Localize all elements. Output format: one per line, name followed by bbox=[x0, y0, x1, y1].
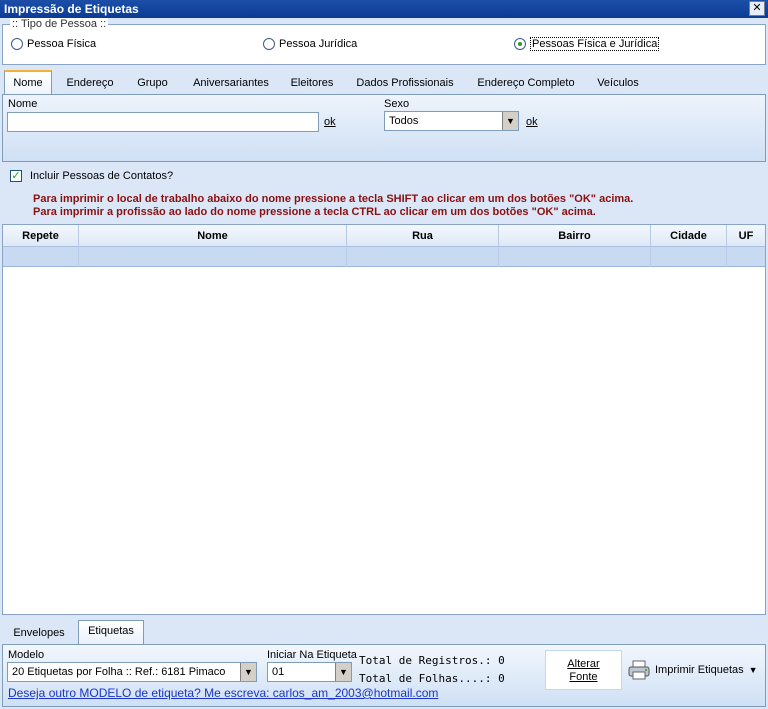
total-registros: Total de Registros.: 0 bbox=[359, 654, 505, 667]
sexo-ok-link[interactable]: ok bbox=[526, 116, 538, 128]
iniciar-label: Iniciar Na Etiqueta bbox=[267, 649, 357, 661]
column-bairro[interactable]: Bairro bbox=[499, 225, 651, 247]
column-repete[interactable]: Repete bbox=[3, 225, 79, 247]
chevron-down-icon[interactable]: ▼ bbox=[502, 112, 518, 130]
column-nome[interactable]: Nome bbox=[79, 225, 347, 247]
sexo-label: Sexo bbox=[384, 98, 410, 110]
radio-icon bbox=[263, 38, 275, 50]
radio-selected-icon bbox=[514, 38, 526, 50]
note-shift: Para imprimir o local de trabalho abaixo… bbox=[33, 193, 634, 205]
close-button[interactable]: ✕ bbox=[749, 1, 765, 16]
chevron-down-icon[interactable]: ▼ bbox=[240, 663, 256, 681]
cell-uf[interactable] bbox=[727, 247, 765, 267]
radio-pessoa-fisica[interactable]: Pessoa Física bbox=[11, 37, 96, 51]
tab-dados-profissionais[interactable]: Dados Profissionais bbox=[350, 72, 460, 94]
modelo-label: Modelo bbox=[8, 649, 45, 661]
cell-cidade[interactable] bbox=[651, 247, 727, 267]
change-font-button[interactable]: Alterar Fonte bbox=[545, 650, 622, 690]
change-font-label-1: Alterar bbox=[567, 658, 600, 670]
total-folhas: Total de Folhas....: 0 bbox=[359, 672, 505, 685]
radio-pessoa-juridica[interactable]: Pessoa Jurídica bbox=[263, 37, 357, 51]
print-labels-button[interactable]: Imprimir Etiquetas ▼ bbox=[627, 660, 758, 680]
nome-input[interactable] bbox=[7, 112, 319, 132]
print-labels-window: Impressão de Etiquetas ✕ :: Tipo de Pess… bbox=[0, 0, 768, 709]
window-title: Impressão de Etiquetas bbox=[4, 2, 139, 16]
filter-tabs: Nome Endereço Grupo Aniversariantes Elei… bbox=[2, 70, 766, 95]
close-icon: ✕ bbox=[752, 2, 762, 14]
sexo-select[interactable]: Todos ▼ bbox=[384, 111, 519, 131]
include-contacts-label: Incluir Pessoas de Contatos? bbox=[30, 170, 174, 182]
tab-etiquetas[interactable]: Etiquetas bbox=[78, 620, 144, 644]
nome-ok-link[interactable]: ok bbox=[324, 116, 336, 128]
column-uf[interactable]: UF bbox=[727, 225, 765, 247]
dropdown-arrow-icon[interactable]: ▼ bbox=[749, 665, 758, 675]
cell-repete[interactable] bbox=[3, 247, 79, 267]
chevron-down-icon[interactable]: ▼ bbox=[335, 663, 351, 681]
radio-pessoas-fisica-juridica[interactable]: Pessoas Física e Jurídica bbox=[514, 37, 660, 51]
radio-label: Pessoa Jurídica bbox=[279, 38, 358, 50]
title-bar: Impressão de Etiquetas bbox=[0, 0, 768, 18]
column-rua[interactable]: Rua bbox=[347, 225, 499, 247]
radio-icon bbox=[11, 38, 23, 50]
sexo-value: Todos bbox=[389, 115, 419, 127]
person-type-group: :: Tipo de Pessoa :: Pessoa Física Pesso… bbox=[2, 18, 766, 65]
output-tabs: Envelopes Etiquetas bbox=[2, 620, 766, 644]
tab-veiculos[interactable]: Veículos bbox=[590, 72, 646, 94]
column-cidade[interactable]: Cidade bbox=[651, 225, 727, 247]
person-type-legend: :: Tipo de Pessoa :: bbox=[10, 18, 109, 30]
modelo-value: 20 Etiquetas por Folha :: Ref.: 6181 Pim… bbox=[12, 666, 226, 678]
cell-bairro[interactable] bbox=[499, 247, 651, 267]
tab-aniversariantes[interactable]: Aniversariantes bbox=[186, 72, 276, 94]
checkbox-checked-icon[interactable]: ✓ bbox=[10, 170, 22, 182]
tab-eleitores[interactable]: Eleitores bbox=[284, 72, 340, 94]
printer-icon bbox=[628, 660, 650, 680]
note-ctrl: Para imprimir a profissão ao lado do nom… bbox=[33, 206, 596, 218]
cell-rua[interactable] bbox=[347, 247, 499, 267]
radio-label: Pessoa Física bbox=[27, 38, 97, 50]
nome-label: Nome bbox=[8, 98, 38, 110]
grid-header: Repete Nome Rua Bairro Cidade UF bbox=[3, 225, 765, 247]
tab-nome[interactable]: Nome bbox=[4, 70, 52, 95]
print-labels-label: Imprimir Etiquetas bbox=[655, 664, 744, 676]
labels-grid: Repete Nome Rua Bairro Cidade UF bbox=[2, 224, 766, 615]
iniciar-value: 01 bbox=[272, 666, 285, 678]
nome-tab-panel: Nome ok Sexo Todos ▼ ok bbox=[2, 94, 766, 162]
table-row[interactable] bbox=[3, 247, 765, 267]
tab-grupo[interactable]: Grupo bbox=[130, 72, 175, 94]
tab-endereco[interactable]: Endereço bbox=[60, 72, 120, 94]
tab-endereco-completo[interactable]: Endereço Completo bbox=[470, 72, 582, 94]
tab-envelopes[interactable]: Envelopes bbox=[4, 623, 74, 644]
radio-label: Pessoas Física e Jurídica bbox=[530, 37, 660, 51]
modelo-select[interactable]: 20 Etiquetas por Folha :: Ref.: 6181 Pim… bbox=[7, 662, 257, 682]
iniciar-select[interactable]: 01 ▼ bbox=[267, 662, 352, 682]
contact-link[interactable]: Deseja outro MODELO de etiqueta? Me escr… bbox=[8, 686, 438, 700]
change-font-label-2: Fonte bbox=[569, 671, 598, 683]
include-contacts-row[interactable]: ✓ Incluir Pessoas de Contatos? bbox=[10, 170, 173, 182]
cell-nome[interactable] bbox=[79, 247, 347, 267]
